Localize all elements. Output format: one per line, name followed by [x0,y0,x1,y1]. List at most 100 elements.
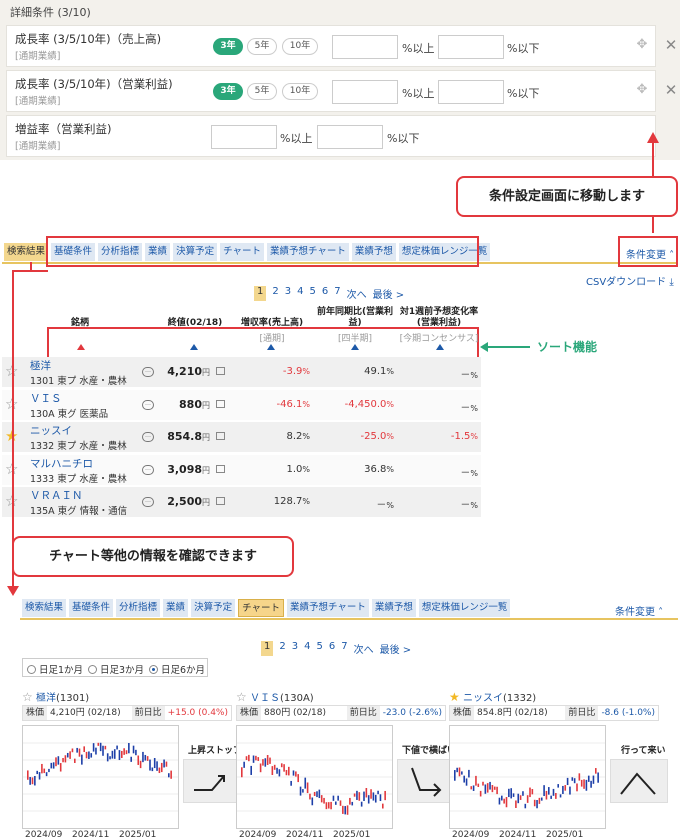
candle [349,797,351,805]
tab-basic-conditions[interactable]: 基礎条件 [69,599,114,617]
page-last[interactable]: 最後 > [373,286,405,301]
condition-row: 増益率（営業利益) [通期業績] %以上 %以下 [6,115,656,157]
page-next[interactable]: 次へ [347,286,367,301]
candle [109,756,111,760]
tab-forecast-chart[interactable]: 業績予想チャート [286,599,369,617]
sort-price-icon[interactable] [190,344,198,350]
tab-search-results[interactable]: 検索結果 [22,599,67,617]
page-7[interactable]: 7 [334,286,340,301]
price-label: 株価 [237,706,262,720]
period-6m[interactable]: 日足6か月 [149,662,205,676]
tab-forecast[interactable]: 業績予想 [371,599,416,617]
stock-name-link[interactable]: 極洋 [30,358,51,373]
page-2[interactable]: 2 [279,641,285,656]
stock-name-link[interactable]: マルハニチロ [30,456,93,471]
page-next[interactable]: 次へ [354,641,374,656]
page-5[interactable]: 5 [310,286,316,301]
max-input[interactable] [317,125,383,149]
price-chart[interactable] [449,725,606,829]
stock-name-link[interactable]: ＶＲＡＩＮ [30,488,83,503]
year-10-toggle[interactable]: 10年 [282,83,318,100]
tab-performance[interactable]: 業績 [163,599,189,617]
stock-name-link[interactable]: ニッスイ [30,423,72,438]
price-chart[interactable] [236,725,393,829]
sort-yoy-icon[interactable] [351,344,359,350]
page-6[interactable]: 6 [329,641,335,656]
card-header: ★ ニッスイ(1332) [449,689,536,705]
candle [538,797,541,804]
min-input[interactable] [332,80,398,104]
sort-consensus-icon[interactable] [436,344,444,350]
sort-growth-icon[interactable] [267,344,275,350]
candle [95,747,97,755]
chart-preview-icon[interactable] [216,399,225,408]
chart-preview-icon[interactable] [216,464,225,473]
candle [468,769,470,778]
tab-analysis[interactable]: 分析指標 [116,599,161,617]
csv-download-link[interactable]: CSVダウンロード ⤓ [586,273,674,288]
year-3-toggle[interactable]: 3年 [213,38,243,55]
chart-preview-icon[interactable] [216,367,225,375]
page-3[interactable]: 3 [285,286,291,301]
tab-price-range[interactable]: 想定株価レンジ一覧 [418,599,511,617]
condition-sub: [通期業績] [15,96,61,107]
page-1[interactable]: 1 [261,641,274,656]
price-chart[interactable] [22,725,179,829]
card-info-bar: 株価 4,210円 (02/18) 前日比 +15.0 (0.4%) [22,705,232,721]
change-conditions-link[interactable]: 条件変更 ˄ [615,603,663,618]
year-10-toggle[interactable]: 10年 [282,38,318,55]
card-stock-code: (1301) [55,693,90,704]
min-input[interactable] [332,35,398,59]
close-icon[interactable]: ✕ [664,36,678,54]
period-1m[interactable]: 日足1か月 [27,662,83,676]
favorite-star-icon[interactable]: ☆ [236,690,247,704]
min-input[interactable] [211,125,277,149]
period-3m[interactable]: 日足3か月 [88,662,144,676]
candle [262,759,264,766]
page-3[interactable]: 3 [292,641,298,656]
tab-earnings-schedule[interactable]: 決算予定 [191,599,236,617]
year-3-toggle[interactable]: 3年 [213,83,243,100]
page-1[interactable]: 1 [254,286,267,301]
card-stock-name[interactable]: ＶＩＳ [250,693,280,704]
tab-chart[interactable]: チャート [238,599,284,617]
card-stock-name[interactable]: 極洋 [36,693,56,704]
chart-preview-icon[interactable] [216,432,225,440]
chart-preview-icon[interactable] [216,497,225,505]
arrow-line [12,270,32,272]
close-icon[interactable]: ✕ [664,81,678,99]
stock-price: 3,098円 [167,462,210,476]
max-input[interactable] [438,35,504,59]
tab-search-results[interactable]: 検索結果 [4,243,49,261]
candle [510,788,512,799]
page-5[interactable]: 5 [317,641,323,656]
change-conditions-link[interactable]: 条件変更 ˄ [626,246,674,261]
date-label: 2024/11 [499,830,537,837]
page-last[interactable]: 最後 > [380,641,412,656]
page-6[interactable]: 6 [322,286,328,301]
year-5-toggle[interactable]: 5年 [247,38,277,55]
favorite-star-icon[interactable]: ☆ [22,690,33,704]
yoy-value: －% [376,500,394,511]
candle [43,768,46,774]
drag-handle-icon[interactable]: ✥ [635,83,649,97]
candle [465,778,468,786]
sort-name-icon[interactable] [77,344,85,350]
max-input[interactable] [438,80,504,104]
card-stock-name[interactable]: ニッスイ [463,693,503,704]
favorite-star-icon[interactable]: ★ [449,690,460,704]
year-5-toggle[interactable]: 5年 [247,83,277,100]
page-4[interactable]: 4 [297,286,303,301]
yoy-value: -4,450.0% [344,398,394,410]
stock-name-link[interactable]: ＶＩＳ [30,391,62,406]
growth-value: -3.9% [282,366,310,377]
drag-handle-icon[interactable]: ✥ [635,38,649,52]
consensus-value: -1.5% [450,431,478,442]
price-label: 株価 [23,706,48,720]
page-4[interactable]: 4 [304,641,310,656]
candle [139,760,142,769]
card-price: 4,210円 (02/18) [50,708,121,718]
page-2[interactable]: 2 [272,286,278,301]
candle [463,775,465,783]
page-7[interactable]: 7 [341,641,347,656]
